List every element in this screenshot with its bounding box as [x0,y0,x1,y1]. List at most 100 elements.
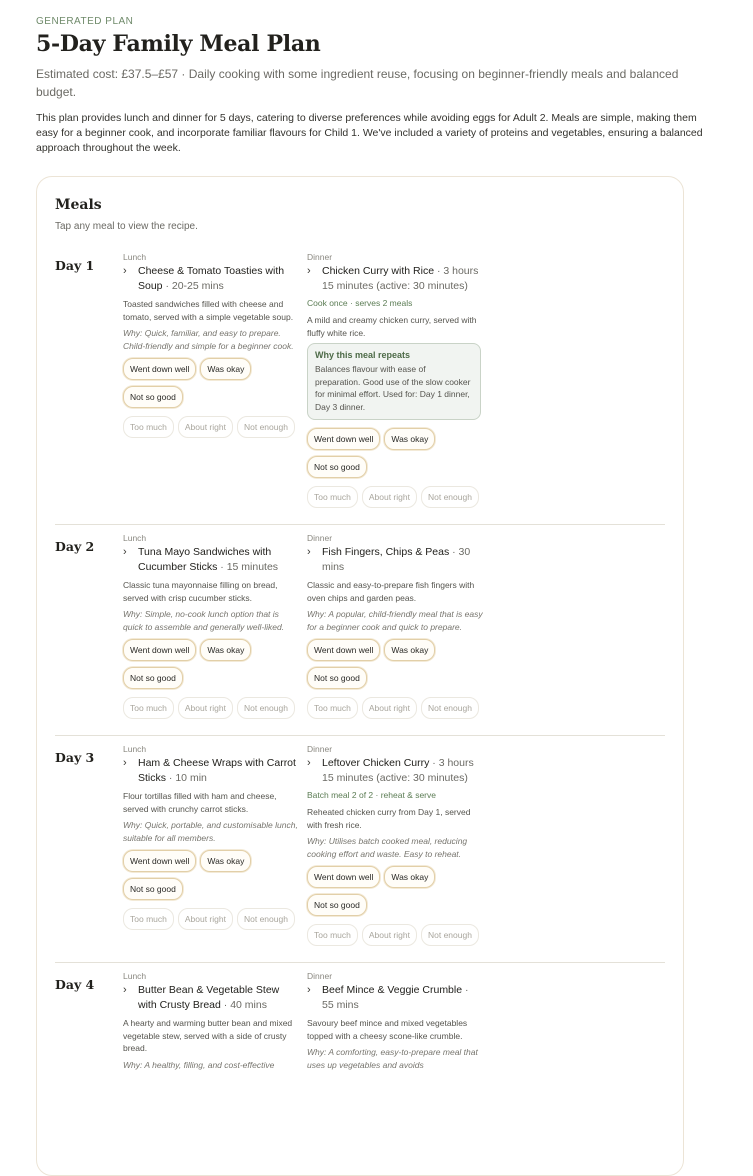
plan-summary: Estimated cost: £37.5–£57 · Daily cookin… [36,67,679,99]
chevron-right-icon: › [123,546,127,558]
portion-group: Too much About right Not enough [123,416,299,444]
meal-plan-page: GENERATED PLAN 5-Day Family Meal Plan Es… [0,0,753,1176]
too-much-button[interactable]: Too much [123,697,174,719]
was-okay-button[interactable]: Was okay [200,850,252,872]
went-down-well-button[interactable]: Went down well [307,866,381,888]
eyebrow-label: GENERATED PLAN [36,16,134,27]
meal-time: · 10 min [166,772,207,784]
meal-description: A mild and creamy chicken curry, served … [307,315,477,338]
batch-note: Batch meal 2 of 2 · reheat & serve [307,790,436,800]
not-so-good-button[interactable]: Not so good [123,386,183,408]
day-row: Day 2 Lunch › Tuna Mayo Sandwiches with … [55,525,665,736]
meal-time: · 15 minutes [217,561,279,573]
lunch-meal: Lunch › Tuna Mayo Sandwiches with Cucumb… [123,533,299,727]
meals-card: Meals Tap any meal to view the recipe. D… [36,176,684,1176]
meal-title-link[interactable]: › Leftover Chicken Curry · 3 hours 15 mi… [307,756,483,786]
feedback-group: Went down well Was okay Not so good [123,358,299,414]
meals-hint: Tap any meal to view the recipe. [55,221,198,232]
was-okay-button[interactable]: Was okay [384,639,436,661]
meal-title-link[interactable]: › Fish Fingers, Chips & Peas · 30 mins [307,545,483,575]
not-enough-button[interactable]: Not enough [420,486,479,508]
day-label: Day 1 [55,258,95,273]
meal-title-link[interactable]: › Tuna Mayo Sandwiches with Cucumber Sti… [123,545,299,575]
went-down-well-button[interactable]: Went down well [307,428,381,450]
lunch-meal: Lunch › Ham & Cheese Wraps with Carrot S… [123,744,299,954]
day-label: Day 4 [55,977,95,992]
portion-group: Too much About right Not enough [307,697,483,725]
meal-description: Toasted sandwiches filled with cheese an… [123,299,294,322]
was-okay-button[interactable]: Was okay [384,428,436,450]
went-down-well-button[interactable]: Went down well [123,358,197,380]
day-row: Day 4 Lunch › Butter Bean & Vegetable St… [55,963,665,1085]
meals-heading: Meals [55,197,102,213]
meal-name: Leftover Chicken Curry [322,757,430,769]
not-so-good-button[interactable]: Not so good [123,878,183,900]
about-right-button[interactable]: About right [361,486,417,508]
was-okay-button[interactable]: Was okay [200,358,252,380]
page-title: 5-Day Family Meal Plan [36,31,321,57]
too-much-button[interactable]: Too much [307,697,358,719]
day-row: Day 3 Lunch › Ham & Cheese Wraps with Ca… [55,736,665,963]
meal-type-label: Dinner [307,744,333,754]
meal-reason: Why: Quick, familiar, and easy to prepar… [123,328,294,351]
meal-type-label: Dinner [307,971,333,981]
was-okay-button[interactable]: Was okay [200,639,252,661]
day-label: Day 2 [55,539,95,554]
dinner-meal: Dinner › Beef Mince & Veggie Crumble · 5… [307,971,483,1077]
portion-group: Too much About right Not enough [123,908,299,936]
meal-type-label: Lunch [123,971,147,981]
meal-description: Reheated chicken curry from Day 1, serve… [307,807,471,830]
about-right-button[interactable]: About right [177,697,233,719]
not-so-good-button[interactable]: Not so good [123,667,183,689]
chevron-right-icon: › [307,984,311,996]
too-much-button[interactable]: Too much [307,486,358,508]
meal-title-link[interactable]: › Cheese & Tomato Toasties with Soup · 2… [123,264,299,294]
not-so-good-button[interactable]: Not so good [307,667,367,689]
meal-description: Savoury beef mince and mixed vegetables … [307,1018,468,1041]
went-down-well-button[interactable]: Went down well [123,639,197,661]
not-so-good-button[interactable]: Not so good [307,894,367,916]
not-enough-button[interactable]: Not enough [236,697,295,719]
dinner-meal: Dinner › Fish Fingers, Chips & Peas · 30… [307,533,483,727]
meal-description: A hearty and warming butter bean and mix… [123,1018,293,1053]
meal-description: Classic tuna mayonnaise filling on bread… [123,580,278,603]
meal-title-link[interactable]: › Chicken Curry with Rice · 3 hours 15 m… [307,264,483,294]
too-much-button[interactable]: Too much [123,416,174,438]
meal-description: Flour tortillas filled with ham and chee… [123,791,277,814]
went-down-well-button[interactable]: Went down well [123,850,197,872]
meal-reason: Why: A healthy, filling, and cost-effect… [123,1059,275,1070]
chevron-right-icon: › [307,757,311,769]
not-enough-button[interactable]: Not enough [236,908,295,930]
feedback-group: Went down well Was okay Not so good [307,428,483,484]
chevron-right-icon: › [123,984,127,996]
meal-reason: Why: Simple, no-cook lunch option that i… [123,609,285,632]
too-much-button[interactable]: Too much [123,908,174,930]
about-right-button[interactable]: About right [177,908,233,930]
meal-title-link[interactable]: › Beef Mince & Veggie Crumble · 55 mins [307,983,483,1013]
portion-group: Too much About right Not enough [307,486,483,514]
too-much-button[interactable]: Too much [307,924,358,946]
not-enough-button[interactable]: Not enough [420,924,479,946]
not-enough-button[interactable]: Not enough [420,697,479,719]
meal-title-link[interactable]: › Butter Bean & Vegetable Stew with Crus… [123,983,299,1013]
chevron-right-icon: › [307,546,311,558]
portion-group: Too much About right Not enough [307,924,483,952]
plan-intro: This plan provides lunch and dinner for … [36,112,703,154]
not-so-good-button[interactable]: Not so good [307,456,367,478]
not-enough-button[interactable]: Not enough [236,416,295,438]
lunch-meal: Lunch › Butter Bean & Vegetable Stew wit… [123,971,299,1077]
feedback-group: Went down well Was okay Not so good [123,850,299,906]
dinner-meal: Dinner › Chicken Curry with Rice · 3 hou… [307,252,483,516]
was-okay-button[interactable]: Was okay [384,866,436,888]
feedback-group: Went down well Was okay Not so good [123,639,299,695]
meal-name: Fish Fingers, Chips & Peas [322,546,450,558]
about-right-button[interactable]: About right [361,697,417,719]
meal-time: · 20-25 mins [162,280,224,292]
went-down-well-button[interactable]: Went down well [307,639,381,661]
day-row: Day 1 Lunch › Cheese & Tomato Toasties w… [55,244,665,525]
feedback-group: Went down well Was okay Not so good [307,639,483,695]
about-right-button[interactable]: About right [361,924,417,946]
meal-title-link[interactable]: › Ham & Cheese Wraps with Carrot Sticks … [123,756,299,786]
about-right-button[interactable]: About right [177,416,233,438]
meal-name: Chicken Curry with Rice [322,265,435,277]
